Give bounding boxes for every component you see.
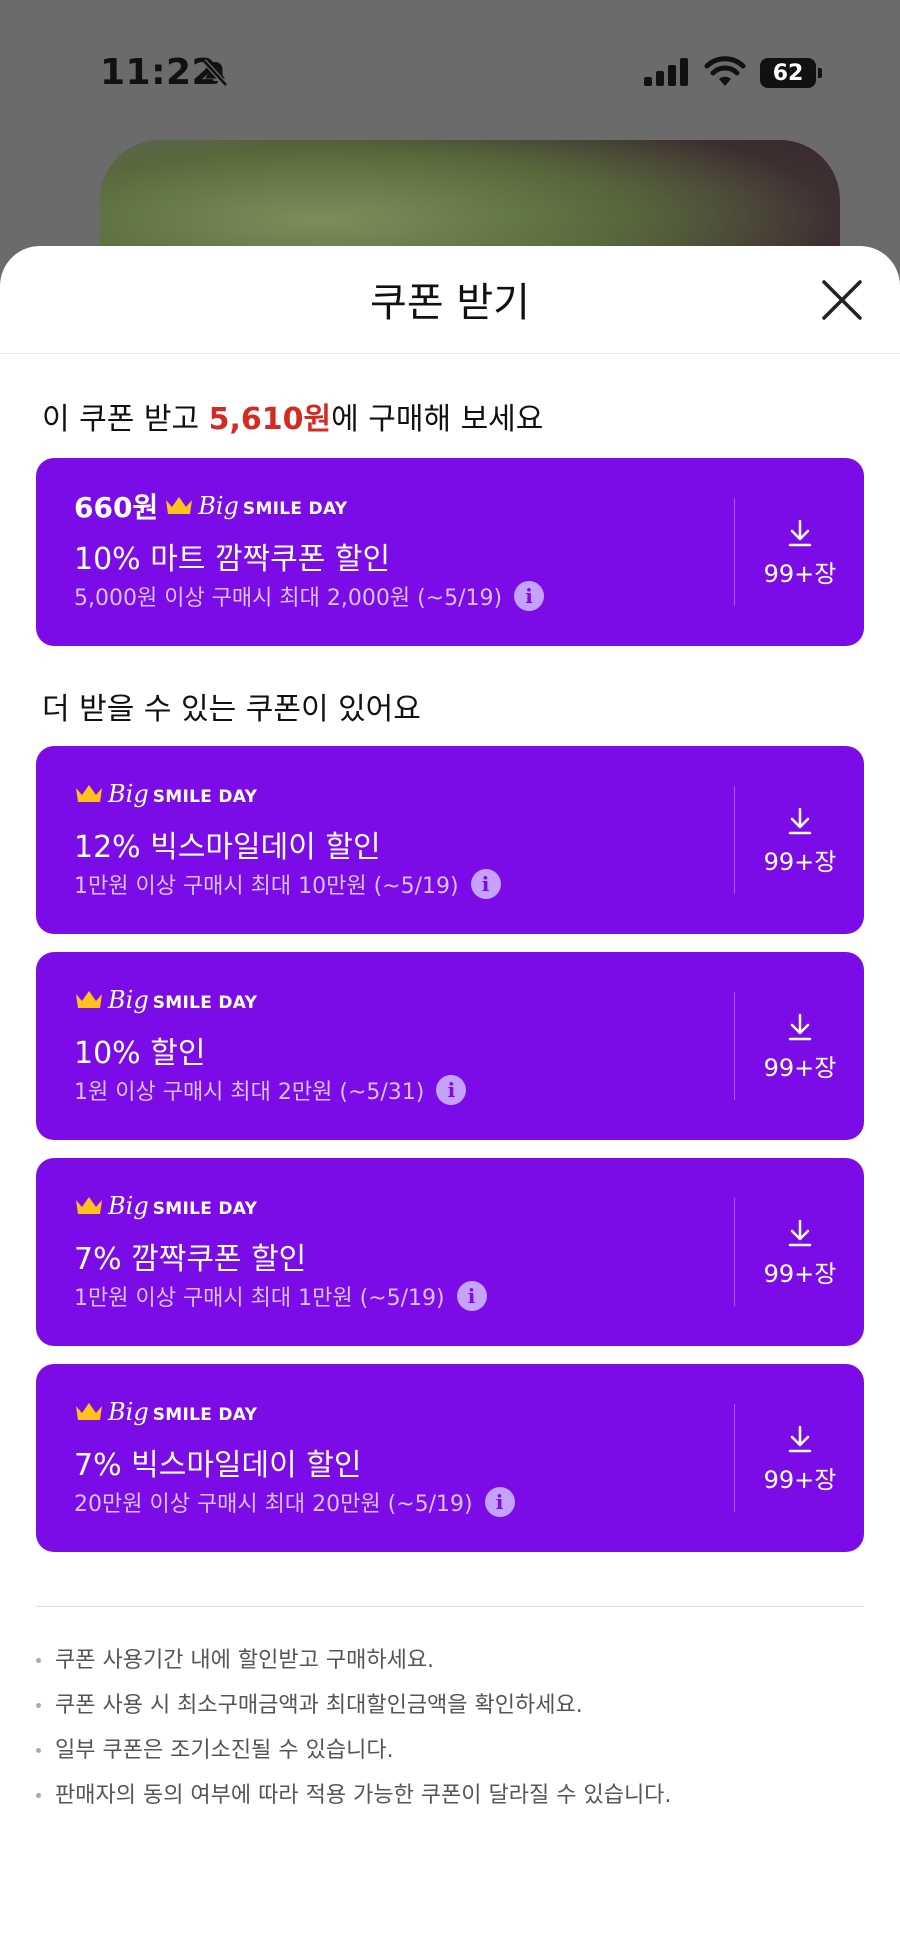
big-smile-day-logo: Big SMILE DAY [108, 1398, 257, 1426]
coupon-count: 99+장 [763, 848, 837, 876]
download-coupon-button[interactable]: 99+장 [736, 1218, 864, 1289]
sheet-title: 쿠폰 받기 [370, 280, 530, 326]
best-coupon-heading: 이 쿠폰 받고 5,610원에 구매해 보세요 [42, 394, 543, 438]
coupon-amount: 660원 [74, 491, 159, 524]
bullet-dot [36, 1658, 41, 1663]
coupon-divider [734, 1198, 735, 1306]
logo-smile-day: SMILE DAY [152, 787, 258, 807]
coupon-desc-text: 1원 이상 구매시 최대 2만원 (~5/31) [74, 1080, 425, 1105]
bullet-dot [36, 1793, 41, 1798]
coupon-title: 7% 깜짝쿠폰 할인 [74, 1242, 307, 1277]
big-smile-day-logo: Big SMILE DAY [108, 780, 257, 808]
download-icon [788, 1219, 812, 1247]
coupon-badge: Big SMILE DAY [74, 1188, 257, 1224]
close-icon[interactable] [818, 276, 866, 324]
coupon-divider [734, 498, 735, 606]
bullet-dot [36, 1703, 41, 1708]
coupon-title: 10% 할인 [74, 1036, 206, 1071]
coupon-divider [734, 786, 735, 894]
logo-smile-day: SMILE DAY [152, 1199, 258, 1219]
coupon-desc-text: 5,000원 이상 구매시 최대 2,000원 (~5/19) [74, 586, 503, 611]
signal-icon [644, 58, 688, 86]
coupon-desc-text: 20만원 이상 구매시 최대 20만원 (~5/19) [74, 1492, 473, 1517]
info-icon[interactable]: i [436, 1075, 467, 1105]
coupon-divider [734, 1404, 735, 1512]
coupon-desc: 1만원 이상 구매시 최대 1만원 (~5/19) i [74, 1280, 487, 1312]
coupon-desc-text: 1만원 이상 구매시 최대 10만원 (~5/19) [74, 874, 459, 899]
final-price: 5,610원 [208, 402, 332, 437]
note-text: 쿠폰 사용기간 내에 할인받고 구매하세요. [55, 1648, 435, 1673]
big-smile-day-logo: Big SMILE DAY [108, 1192, 257, 1220]
battery-indicator: 62 [760, 58, 822, 88]
note-item: 판매자의 동의 여부에 따라 적용 가능한 쿠폰이 달라질 수 있습니다. [36, 1773, 866, 1818]
download-coupon-button[interactable]: 99+장 [736, 1012, 864, 1083]
download-icon [788, 1425, 812, 1453]
note-item: 쿠폰 사용 시 최소구매금액과 최대할인금액을 확인하세요. [36, 1683, 866, 1728]
note-text: 일부 쿠폰은 조기소진될 수 있습니다. [55, 1738, 394, 1763]
coupon-card[interactable]: Big SMILE DAY 7% 깜짝쿠폰 할인 1만원 이상 구매시 최대 1… [36, 1158, 864, 1346]
download-coupon-button[interactable]: 99+장 [736, 518, 864, 589]
note-text: 쿠폰 사용 시 최소구매금액과 최대할인금액을 확인하세요. [55, 1693, 583, 1718]
coupon-badge: Big SMILE DAY [74, 1394, 257, 1430]
coupon-card[interactable]: Big SMILE DAY 12% 빅스마일데이 할인 1만원 이상 구매시 최… [36, 746, 864, 934]
big-smile-day-logo: Big SMILE DAY [108, 986, 257, 1014]
coupon-notes: 쿠폰 사용기간 내에 할인받고 구매하세요. 쿠폰 사용 시 최소구매금액과 최… [36, 1638, 866, 1818]
logo-smile-day: SMILE DAY [152, 993, 258, 1013]
notes-divider [36, 1606, 864, 1607]
heading-prefix: 이 쿠폰 받고 [42, 402, 209, 437]
coupon-count: 99+장 [763, 1260, 837, 1288]
coupon-desc: 5,000원 이상 구매시 최대 2,000원 (~5/19) i [74, 580, 545, 612]
coupon-badge: Big SMILE DAY [74, 776, 257, 812]
big-smile-day-logo: Big SMILE DAY [198, 492, 347, 520]
crown-icon [76, 1403, 102, 1420]
more-coupons-heading: 더 받을 수 있는 쿠폰이 있어요 [42, 692, 421, 727]
coupon-desc: 1만원 이상 구매시 최대 10만원 (~5/19) i [74, 868, 501, 900]
coupon-title: 12% 빅스마일데이 할인 [74, 830, 381, 865]
coupon-title: 10% 마트 깜짝쿠폰 할인 [74, 542, 391, 577]
download-icon [788, 519, 812, 547]
bullet-dot [36, 1748, 41, 1753]
download-icon [788, 1013, 812, 1041]
logo-big: Big [108, 1398, 149, 1426]
coupon-count: 99+장 [763, 1466, 837, 1494]
logo-smile-day: SMILE DAY [242, 499, 348, 519]
coupon-card[interactable]: Big SMILE DAY 7% 빅스마일데이 할인 20만원 이상 구매시 최… [36, 1364, 864, 1552]
crown-icon [76, 991, 102, 1008]
logo-big: Big [198, 492, 239, 520]
coupon-title: 7% 빅스마일데이 할인 [74, 1448, 362, 1483]
coupon-card[interactable]: Big SMILE DAY 10% 할인 1원 이상 구매시 최대 2만원 (~… [36, 952, 864, 1140]
download-icon [788, 807, 812, 835]
coupon-badge: Big SMILE DAY [74, 982, 257, 1018]
logo-big: Big [108, 986, 149, 1014]
coupon-desc: 1원 이상 구매시 최대 2만원 (~5/31) i [74, 1074, 467, 1106]
crown-icon [166, 497, 193, 514]
bell-slash-icon [202, 59, 228, 87]
status-bar: 11:22 62 [0, 0, 900, 140]
logo-big: Big [108, 780, 149, 808]
logo-big: Big [108, 1192, 149, 1220]
heading-suffix: 에 구매해 보세요 [331, 402, 544, 437]
coupon-badge: 660원 Big SMILE DAY [74, 488, 347, 524]
coupon-count: 99+장 [763, 1054, 837, 1082]
wifi-icon [704, 56, 746, 86]
info-icon[interactable]: i [514, 581, 545, 611]
download-coupon-button[interactable]: 99+장 [736, 806, 864, 877]
coupon-count: 99+장 [763, 560, 837, 588]
coupon-desc: 20만원 이상 구매시 최대 20만원 (~5/19) i [74, 1486, 515, 1518]
crown-icon [76, 785, 102, 802]
coupon-divider [734, 992, 735, 1100]
sheet-header: 쿠폰 받기 [0, 246, 900, 354]
logo-smile-day: SMILE DAY [152, 1405, 258, 1425]
info-icon[interactable]: i [484, 1487, 515, 1517]
info-icon[interactable]: i [456, 1281, 487, 1311]
download-coupon-button[interactable]: 99+장 [736, 1424, 864, 1495]
crown-icon [76, 1197, 102, 1214]
note-item: 쿠폰 사용기간 내에 할인받고 구매하세요. [36, 1638, 866, 1683]
note-text: 판매자의 동의 여부에 따라 적용 가능한 쿠폰이 달라질 수 있습니다. [55, 1783, 672, 1808]
coupon-desc-text: 1만원 이상 구매시 최대 1만원 (~5/19) [74, 1286, 445, 1311]
info-icon[interactable]: i [470, 869, 501, 899]
note-item: 일부 쿠폰은 조기소진될 수 있습니다. [36, 1728, 866, 1773]
coupon-card[interactable]: 660원 Big SMILE DAY 10% 마트 깜짝쿠폰 할인 5,000원… [36, 458, 864, 646]
